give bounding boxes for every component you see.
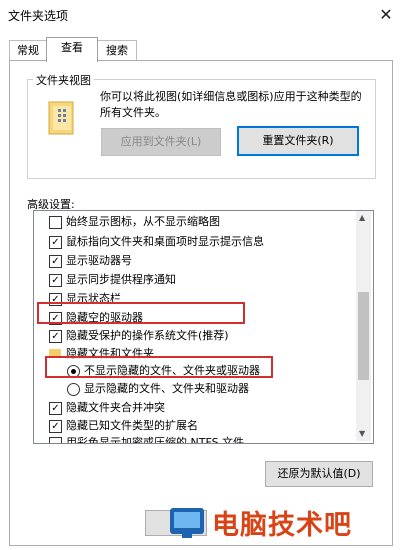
checkbox[interactable]: ✓ [49, 402, 62, 415]
checkbox[interactable]: ✓ [49, 274, 62, 287]
list-item[interactable]: ✓ 显示同步提供程序通知 [49, 270, 176, 290]
checkbox[interactable]: ✓ [49, 330, 62, 343]
folder-views-label: 文件夹视图 [33, 72, 94, 88]
close-icon[interactable]: ✕ [373, 2, 399, 28]
watermark-text: 电脑技术吧 [212, 510, 352, 541]
checkbox[interactable]: ✓ [49, 236, 62, 249]
radio-button[interactable] [67, 383, 80, 396]
logo-icon [170, 508, 204, 538]
highlight-box [37, 302, 245, 324]
folder-icon [48, 101, 74, 135]
list-item[interactable]: ✓ 显示驱动器号 [49, 251, 132, 271]
folder-views-description: 你可以将此视图(如详细信息或图标)应用于这种类型的所有文件夹。 [100, 90, 362, 119]
tab-search[interactable]: 搜索 [97, 40, 137, 61]
checkbox[interactable] [49, 437, 62, 443]
scroll-up-icon[interactable]: ▲ [359, 213, 365, 222]
list-item[interactable]: 显示隐藏的文件、文件夹和驱动器 [67, 379, 249, 399]
restore-defaults-button[interactable]: 还原为默认值(D) [265, 461, 373, 487]
list-item[interactable]: ✓ 隐藏文件夹合并冲突 [49, 398, 165, 418]
tab-general[interactable]: 常规 [9, 40, 47, 61]
list-item[interactable]: ✓ 鼠标指向文件夹和桌面项时显示提示信息 [49, 232, 264, 252]
scrollbar-thumb[interactable] [358, 292, 369, 380]
scroll-down-icon[interactable]: ▼ [359, 429, 365, 438]
list-item[interactable]: 始终显示图标，从不显示缩略图 [49, 212, 220, 232]
tab-view[interactable]: 查看 [46, 37, 98, 62]
checkbox[interactable] [49, 216, 62, 229]
list-item[interactable]: ✓ 隐藏受保护的操作系统文件(推荐) [49, 326, 229, 346]
checkbox[interactable]: ✓ [49, 420, 62, 433]
checkbox[interactable]: ✓ [49, 255, 62, 268]
window-title: 文件夹选项 [8, 9, 69, 23]
apply-to-folders-button[interactable]: 应用到文件夹(L) [101, 128, 221, 156]
list-item[interactable]: 用彩色显示加密或压缩的 NTFS 文件 [49, 433, 244, 443]
advanced-settings-list[interactable]: 始终显示图标，从不显示缩略图 ✓ 鼠标指向文件夹和桌面项时显示提示信息 ✓ 显示… [33, 210, 374, 444]
reset-folders-button[interactable]: 重置文件夹(R) [237, 126, 359, 156]
highlight-box [45, 356, 273, 378]
